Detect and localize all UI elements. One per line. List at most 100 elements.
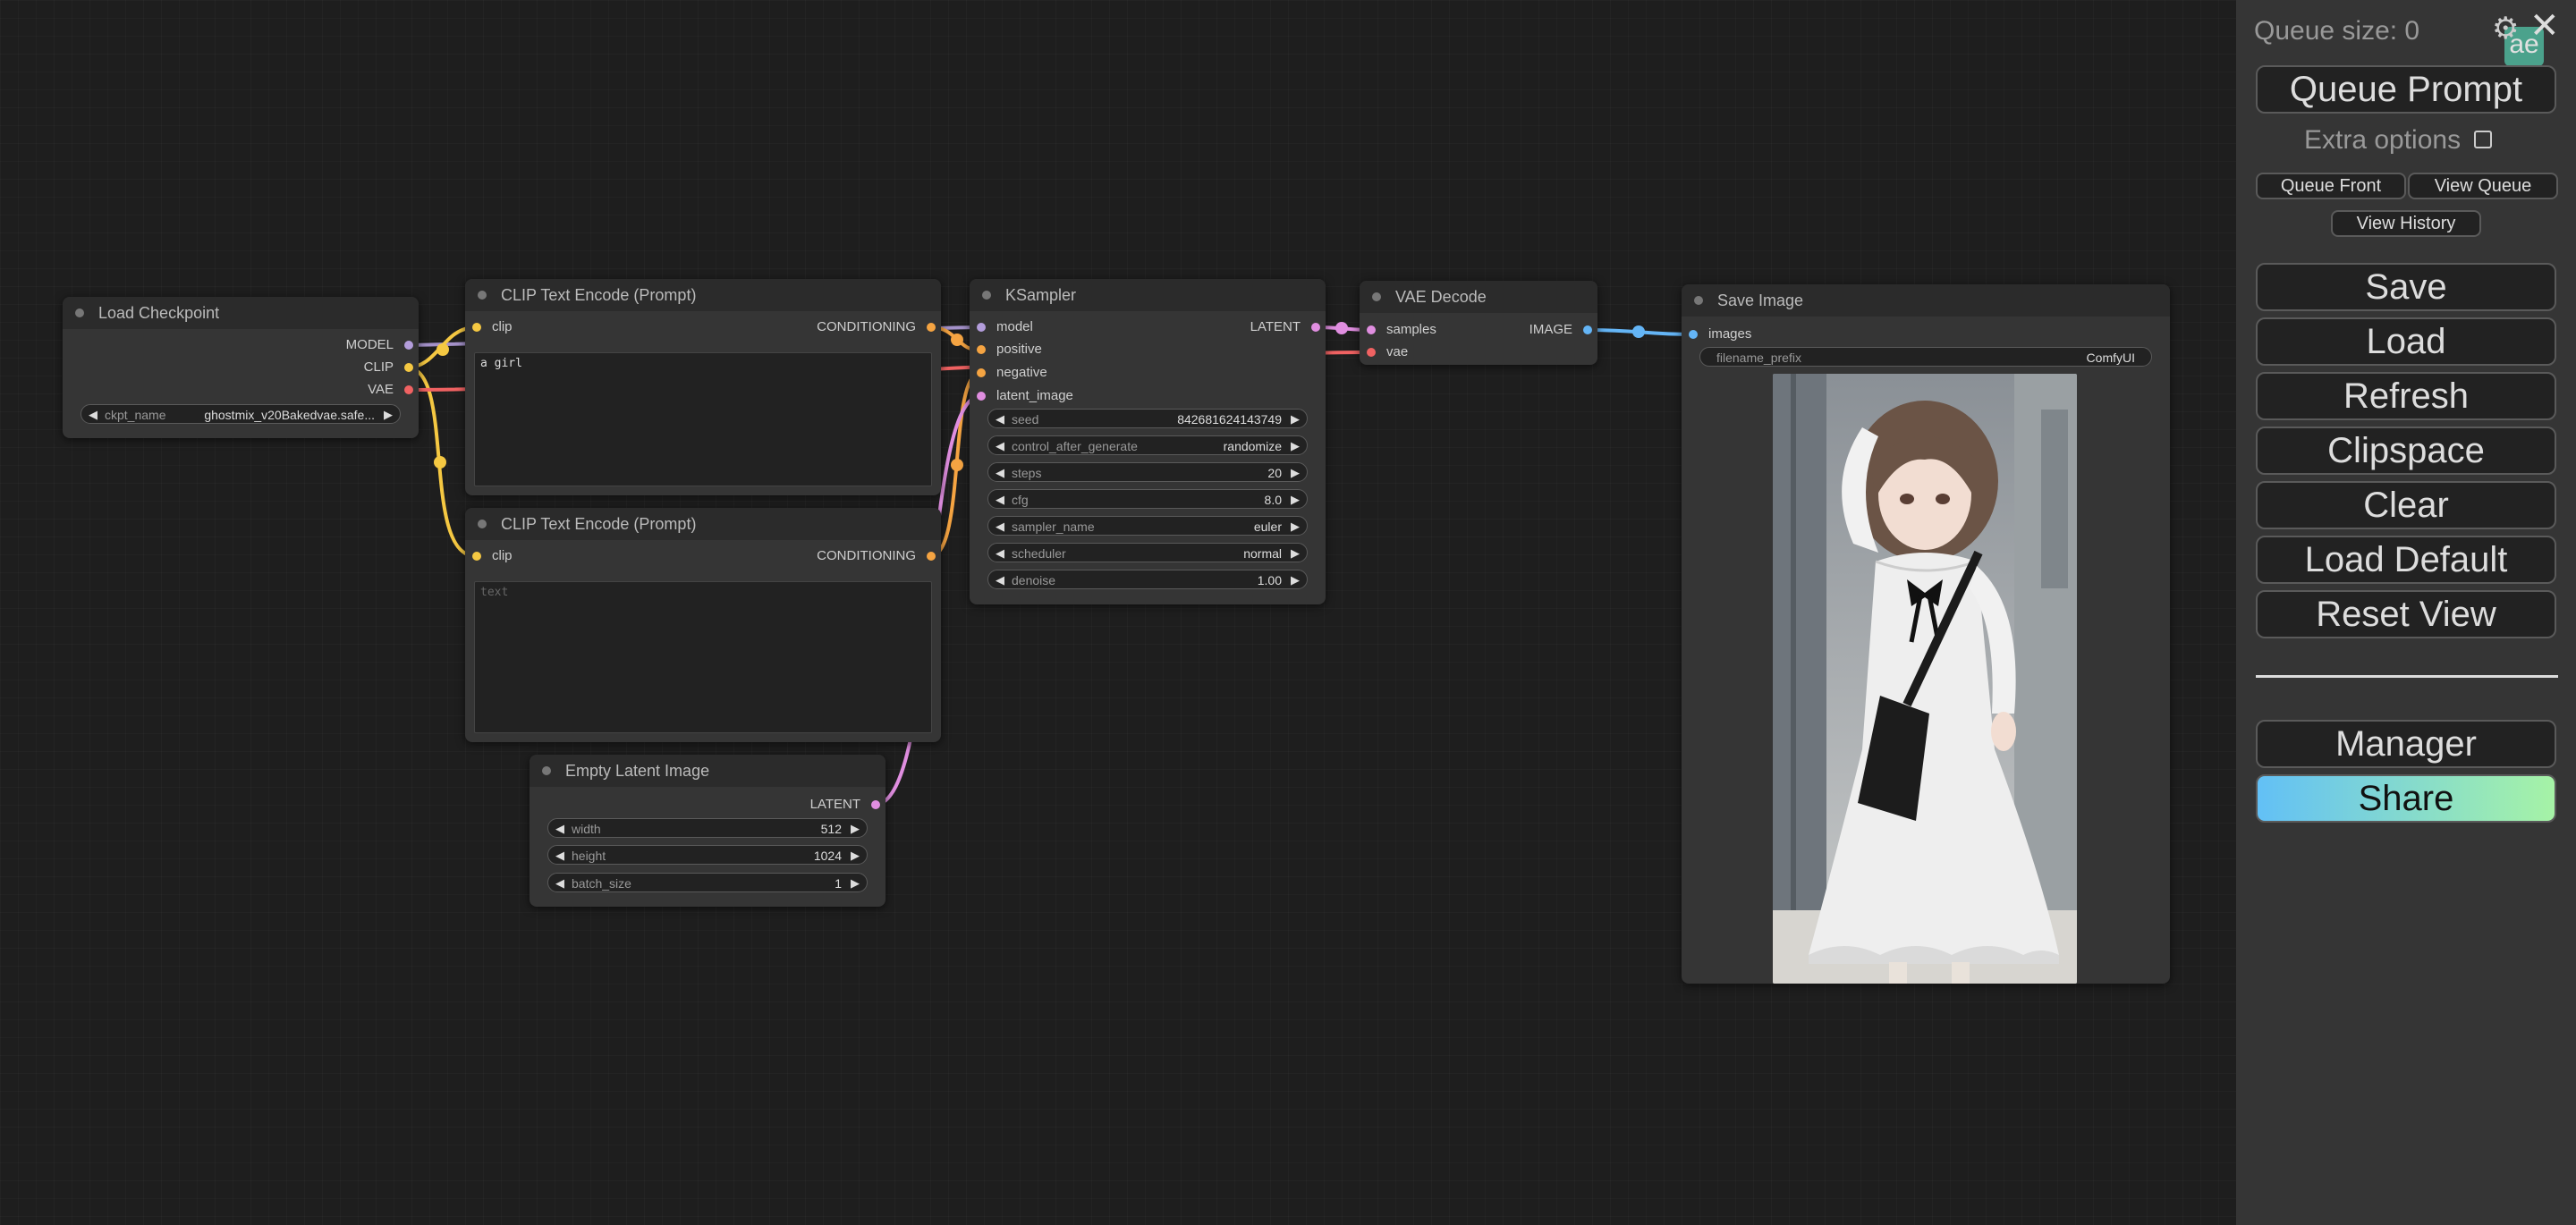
decrement-arrow[interactable]: ◀ bbox=[996, 517, 1004, 536]
control-after-generate-widget[interactable]: ◀ control_after_generate randomize ▶ bbox=[987, 435, 1308, 455]
input-clip[interactable]: clip bbox=[472, 547, 513, 565]
node-ksampler[interactable]: KSampler model positive negative latent_… bbox=[970, 279, 1326, 604]
decrement-arrow[interactable]: ◀ bbox=[996, 410, 1004, 429]
output-dot[interactable] bbox=[404, 341, 413, 350]
load-button[interactable]: Load bbox=[2256, 317, 2556, 366]
share-button[interactable]: Share bbox=[2256, 774, 2556, 823]
input-dot[interactable] bbox=[977, 368, 986, 377]
height-widget[interactable]: ◀ height 1024 ▶ bbox=[547, 845, 868, 865]
node-clip-text-encode-positive[interactable]: CLIP Text Encode (Prompt) clip CONDITION… bbox=[465, 279, 941, 495]
output-conditioning[interactable]: CONDITIONING bbox=[817, 318, 936, 336]
graph-canvas[interactable]: Load Checkpoint MODEL CLIP VAE ◀ ckpt_na… bbox=[0, 0, 2236, 1225]
width-widget[interactable]: ◀ width 512 ▶ bbox=[547, 818, 868, 838]
input-latent-image[interactable]: latent_image bbox=[977, 387, 1073, 405]
output-dot[interactable] bbox=[927, 323, 936, 332]
seed-widget[interactable]: ◀ seed 842681624143749 ▶ bbox=[987, 409, 1308, 428]
decrement-arrow[interactable]: ◀ bbox=[555, 874, 564, 893]
output-dot[interactable] bbox=[927, 552, 936, 561]
filename-prefix-input[interactable]: filename_prefix ComfyUI bbox=[1699, 347, 2152, 367]
output-conditioning[interactable]: CONDITIONING bbox=[817, 547, 936, 565]
batch-size-widget[interactable]: ◀ batch_size 1 ▶ bbox=[547, 873, 868, 892]
queue-prompt-button[interactable]: Queue Prompt bbox=[2256, 65, 2556, 114]
reset-view-button[interactable]: Reset View bbox=[2256, 590, 2556, 638]
view-queue-button[interactable]: View Queue bbox=[2408, 173, 2558, 199]
denoise-widget[interactable]: ◀ denoise 1.00 ▶ bbox=[987, 570, 1308, 589]
output-clip[interactable]: CLIP bbox=[364, 359, 413, 376]
gear-icon[interactable]: ⚙ bbox=[2492, 11, 2519, 46]
output-dot[interactable] bbox=[1311, 323, 1320, 332]
decrement-arrow[interactable]: ◀ bbox=[996, 544, 1004, 563]
load-default-button[interactable]: Load Default bbox=[2256, 536, 2556, 584]
node-empty-latent-image[interactable]: Empty Latent Image LATENT ◀ width 512 ▶ ◀ he… bbox=[530, 755, 886, 907]
output-dot[interactable] bbox=[404, 363, 413, 372]
decrement-arrow[interactable]: ◀ bbox=[555, 819, 564, 839]
output-dot[interactable] bbox=[1583, 325, 1592, 334]
generated-image-preview[interactable] bbox=[1773, 374, 2077, 984]
node-title[interactable]: VAE Decode bbox=[1360, 281, 1597, 313]
view-history-button[interactable]: View History bbox=[2331, 210, 2481, 237]
increment-arrow[interactable]: ▶ bbox=[384, 405, 393, 425]
input-dot[interactable] bbox=[977, 345, 986, 354]
decrement-arrow[interactable]: ◀ bbox=[996, 463, 1004, 483]
collapse-dot[interactable] bbox=[478, 291, 487, 300]
close-icon[interactable]: ✕ bbox=[2529, 5, 2560, 46]
input-negative[interactable]: negative bbox=[977, 364, 1047, 382]
increment-arrow[interactable]: ▶ bbox=[851, 846, 860, 866]
input-dot[interactable] bbox=[977, 323, 986, 332]
node-clip-text-encode-negative[interactable]: CLIP Text Encode (Prompt) clip CONDITION… bbox=[465, 508, 941, 742]
input-dot[interactable] bbox=[1367, 348, 1376, 357]
node-save-image[interactable]: Save Image images filename_prefix ComfyU… bbox=[1682, 284, 2170, 984]
steps-widget[interactable]: ◀ steps 20 ▶ bbox=[987, 462, 1308, 482]
input-clip[interactable]: clip bbox=[472, 318, 513, 336]
node-title[interactable]: Empty Latent Image bbox=[530, 755, 886, 787]
input-images[interactable]: images bbox=[1689, 325, 1751, 343]
collapse-dot[interactable] bbox=[982, 291, 991, 300]
output-vae[interactable]: VAE bbox=[368, 381, 413, 399]
prompt-textarea[interactable]: text bbox=[474, 581, 932, 733]
prompt-textarea[interactable]: a girl bbox=[474, 352, 932, 486]
input-dot[interactable] bbox=[472, 323, 481, 332]
input-dot[interactable] bbox=[1367, 325, 1376, 334]
node-load-checkpoint[interactable]: Load Checkpoint MODEL CLIP VAE ◀ ckpt_na… bbox=[63, 297, 419, 438]
decrement-arrow[interactable]: ◀ bbox=[996, 436, 1004, 456]
node-title[interactable]: CLIP Text Encode (Prompt) bbox=[465, 279, 941, 311]
collapse-dot[interactable] bbox=[1372, 292, 1381, 301]
input-vae[interactable]: vae bbox=[1367, 343, 1408, 361]
save-button[interactable]: Save bbox=[2256, 263, 2556, 311]
refresh-button[interactable]: Refresh bbox=[2256, 372, 2556, 420]
increment-arrow[interactable]: ▶ bbox=[1291, 410, 1300, 429]
node-title[interactable]: KSampler bbox=[970, 279, 1326, 311]
node-vae-decode[interactable]: VAE Decode samples vae IMAGE bbox=[1360, 281, 1597, 365]
input-dot[interactable] bbox=[977, 392, 986, 401]
output-latent[interactable]: LATENT bbox=[1250, 318, 1320, 336]
decrement-arrow[interactable]: ◀ bbox=[996, 490, 1004, 510]
collapse-dot[interactable] bbox=[1694, 296, 1703, 305]
output-latent[interactable]: LATENT bbox=[810, 796, 880, 814]
ckpt-name-combo[interactable]: ◀ ckpt_name ghostmix_v20Bakedvae.safe...… bbox=[80, 404, 401, 424]
output-dot[interactable] bbox=[404, 385, 413, 394]
input-positive[interactable]: positive bbox=[977, 341, 1042, 359]
input-samples[interactable]: samples bbox=[1367, 321, 1436, 339]
increment-arrow[interactable]: ▶ bbox=[1291, 570, 1300, 590]
clipspace-button[interactable]: Clipspace bbox=[2256, 427, 2556, 475]
collapse-dot[interactable] bbox=[478, 520, 487, 528]
output-dot[interactable] bbox=[871, 800, 880, 809]
input-dot[interactable] bbox=[1689, 330, 1698, 339]
manager-button[interactable]: Manager bbox=[2256, 720, 2556, 768]
node-title[interactable]: Load Checkpoint bbox=[63, 297, 419, 329]
decrement-arrow[interactable]: ◀ bbox=[555, 846, 564, 866]
sampler-name-widget[interactable]: ◀ sampler_name euler ▶ bbox=[987, 516, 1308, 536]
input-model[interactable]: model bbox=[977, 318, 1033, 336]
clear-button[interactable]: Clear bbox=[2256, 481, 2556, 529]
cfg-widget[interactable]: ◀ cfg 8.0 ▶ bbox=[987, 489, 1308, 509]
increment-arrow[interactable]: ▶ bbox=[1291, 544, 1300, 563]
collapse-dot[interactable] bbox=[542, 766, 551, 775]
increment-arrow[interactable]: ▶ bbox=[851, 819, 860, 839]
increment-arrow[interactable]: ▶ bbox=[1291, 517, 1300, 536]
collapse-dot[interactable] bbox=[75, 308, 84, 317]
scheduler-widget[interactable]: ◀ scheduler normal ▶ bbox=[987, 543, 1308, 562]
increment-arrow[interactable]: ▶ bbox=[1291, 436, 1300, 456]
node-title[interactable]: Save Image bbox=[1682, 284, 2170, 317]
input-dot[interactable] bbox=[472, 552, 481, 561]
decrement-arrow[interactable]: ◀ bbox=[996, 570, 1004, 590]
